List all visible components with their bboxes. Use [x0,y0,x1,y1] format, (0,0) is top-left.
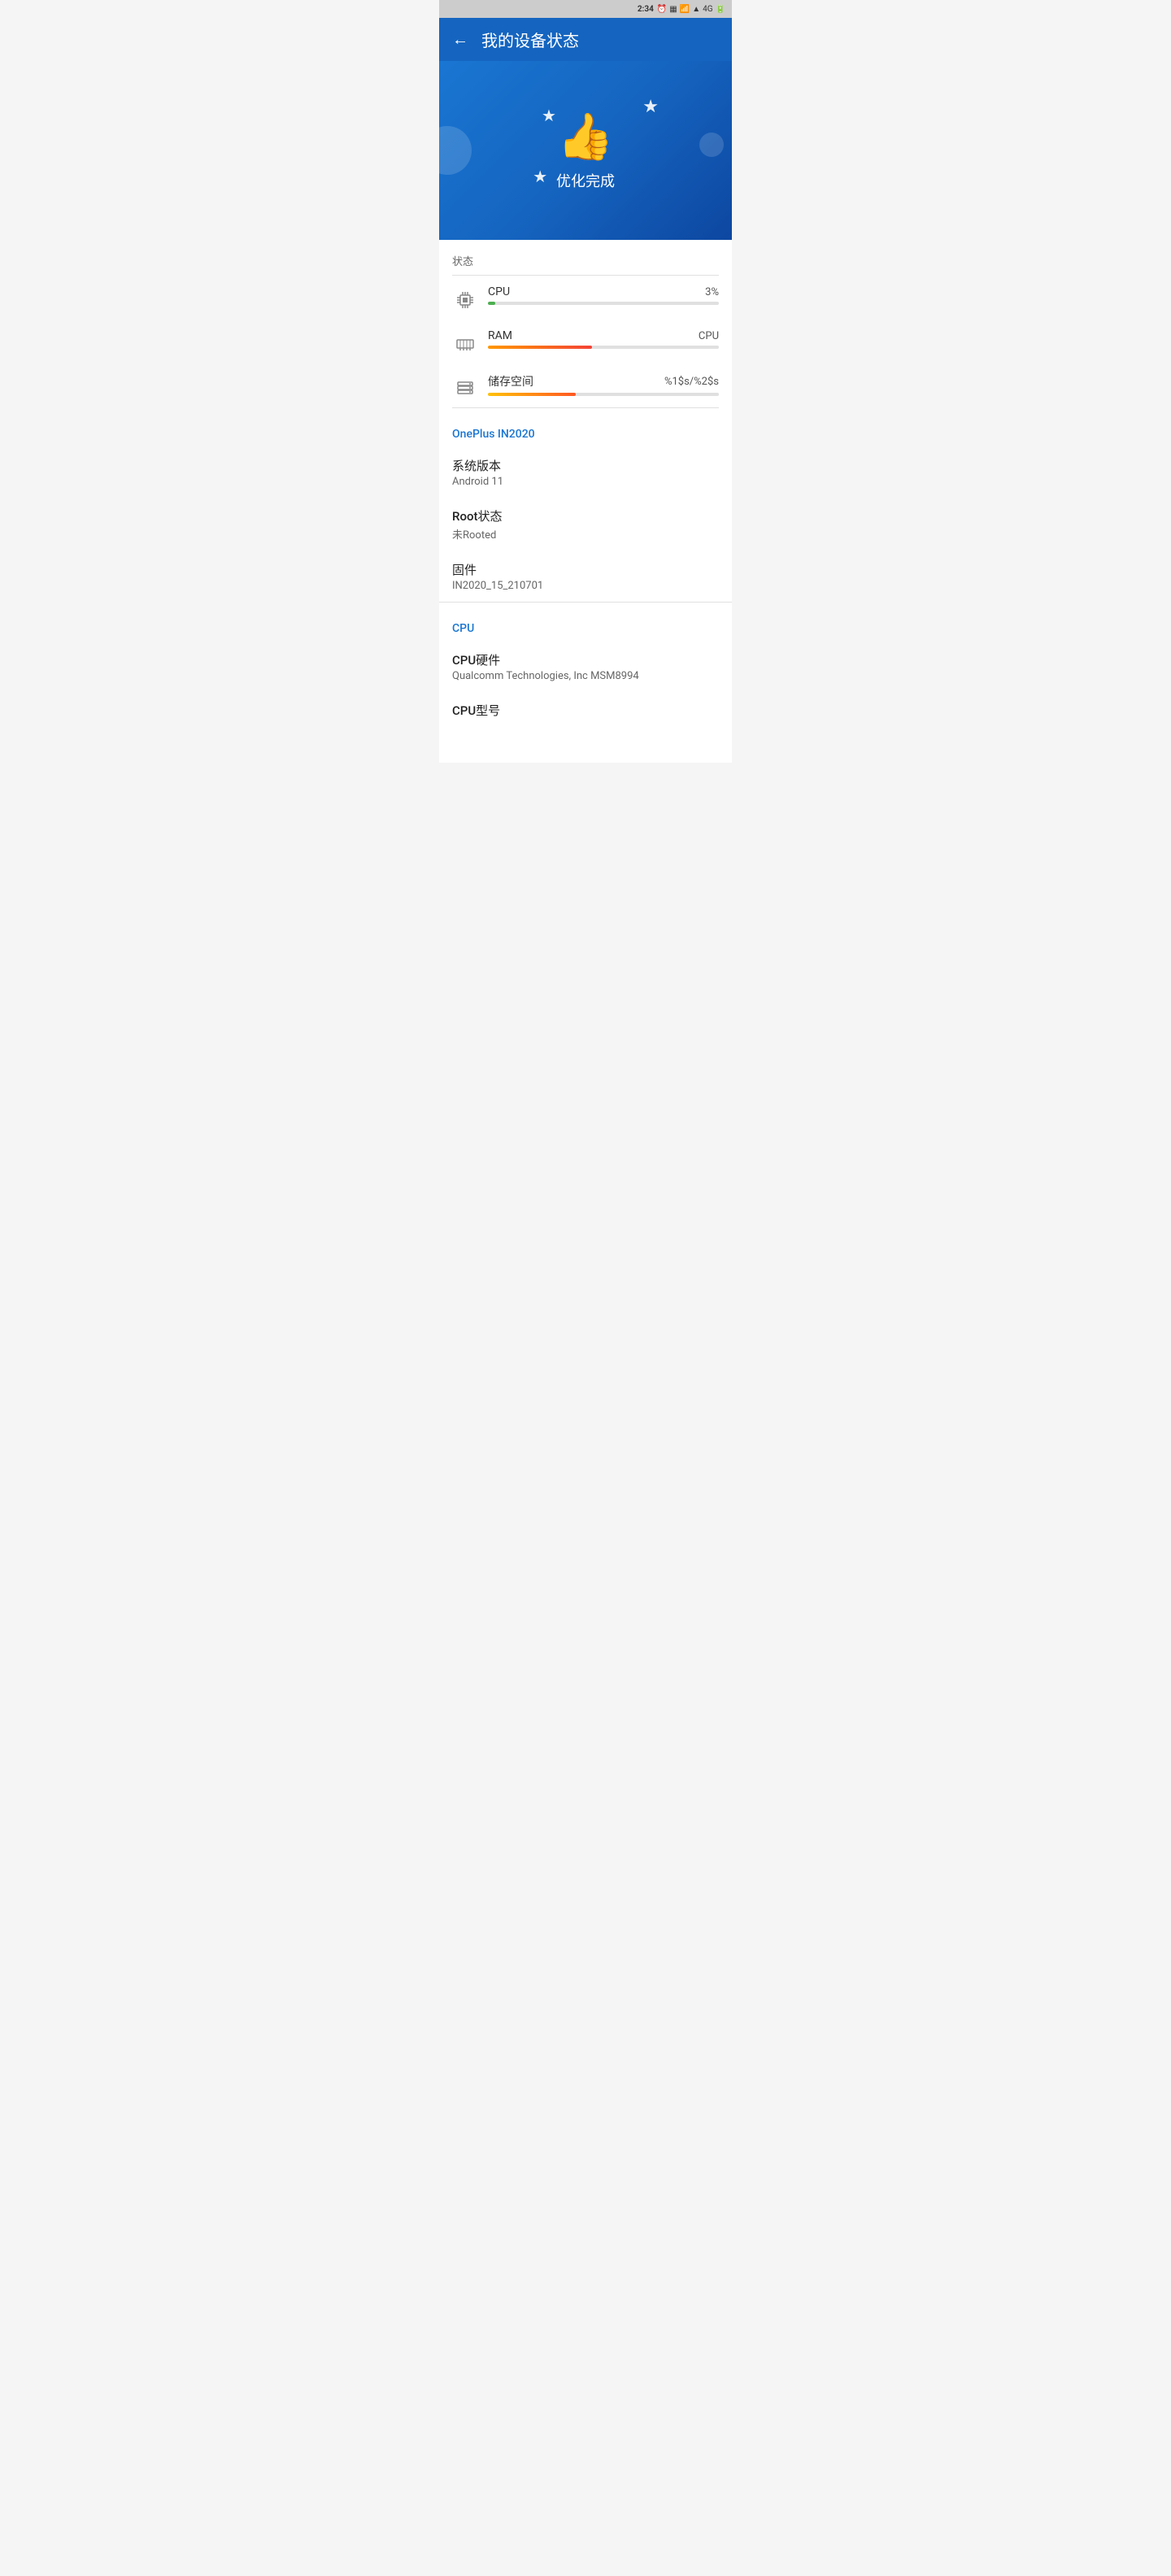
status-divider-bottom [452,407,719,408]
cpu-icon [452,287,478,313]
ram-progress-container [488,346,719,349]
system-version-item: 系统版本 Android 11 [452,447,719,498]
cpu-model-item: CPU型号 [452,692,719,730]
cpu-hardware-label: CPU硬件 [452,651,719,668]
cpu-status-item: CPU 3% [439,276,732,320]
device-section: OnePlus IN2020 系统版本 Android 11 Root状态 未R… [439,415,732,602]
cpu-status-content: CPU 3% [488,285,719,305]
root-status-value: 未Rooted [452,526,719,542]
cpu-svg-icon [455,290,475,310]
status-time: 2:34 [638,5,654,14]
storage-icon [452,375,478,401]
star-icon-1: ★ [542,106,556,125]
bottom-space [439,730,732,763]
cpu-value: 3% [705,286,719,298]
root-status-item: Root状态 未Rooted [452,498,719,551]
status-bar: 2:34 ⏰ ▦ 📶 ▲ 4G 🔋 [439,0,732,18]
storage-label: 储存空间 [488,373,533,389]
section-divider-mid [439,602,732,603]
alarm-icon: ⏰ [657,5,667,14]
storage-progress-container [488,393,719,396]
firmware-item: 固件 IN2020_15_210701 [452,551,719,602]
wifi-icon: ▲ [692,5,700,14]
cpu-section: CPU CPU硬件 Qualcomm Technologies, Inc MSM… [439,609,732,730]
system-version-value: Android 11 [452,476,719,488]
grid-icon: ▦ [669,5,677,14]
ram-value: CPU [699,330,719,342]
ram-status-content: RAM CPU [488,329,719,349]
storage-status-content: 储存空间 %1$s/%2$s [488,373,719,396]
cpu-section-label: CPU [452,609,719,642]
device-model-link[interactable]: OnePlus IN2020 [452,415,719,447]
storage-label-row: 储存空间 %1$s/%2$s [488,373,719,389]
cpu-hardware-item: CPU硬件 Qualcomm Technologies, Inc MSM8994 [452,642,719,692]
ram-svg-icon [455,334,475,354]
4g-icon: 4G [703,5,712,14]
cpu-hardware-value: Qualcomm Technologies, Inc MSM8994 [452,670,719,682]
ram-label-row: RAM CPU [488,329,719,342]
storage-value: %1$s/%2$s [664,376,719,388]
storage-status-item: 储存空间 %1$s/%2$s [439,363,732,407]
signal-icon: 📶 [680,5,690,14]
page-title: 我的设备状态 [481,28,579,51]
app-header: ← 我的设备状态 [439,18,732,61]
storage-progress-bar [488,393,576,396]
cpu-label-row: CPU 3% [488,285,719,298]
ram-progress-bar [488,346,592,349]
cpu-label: CPU [488,285,510,298]
status-icons: ⏰ ▦ 📶 ▲ 4G 🔋 [657,5,725,14]
star-icon-3: ★ [533,167,547,186]
thumbs-up-icon: 👍 [557,110,614,163]
hero-banner: ★ ★ ★ 👍 优化完成 [439,61,732,240]
root-status-label: Root状态 [452,507,719,524]
ram-status-item: RAM CPU [439,320,732,363]
status-section: 状态 [439,240,732,408]
cpu-progress-container [488,302,719,305]
back-button[interactable]: ← [452,29,468,50]
firmware-value: IN2020_15_210701 [452,580,719,592]
firmware-label: 固件 [452,561,719,578]
star-icon-2: ★ [642,97,659,117]
status-section-header: 状态 [439,240,732,275]
ram-label: RAM [488,329,512,342]
optimization-complete-text: 优化完成 [556,170,615,191]
main-content: 状态 [439,240,732,763]
system-version-label: 系统版本 [452,457,719,474]
ram-icon [452,331,478,357]
cpu-model-label: CPU型号 [452,702,719,719]
storage-svg-icon [455,378,475,398]
battery-icon: 🔋 [716,5,725,14]
cpu-progress-bar [488,302,495,305]
